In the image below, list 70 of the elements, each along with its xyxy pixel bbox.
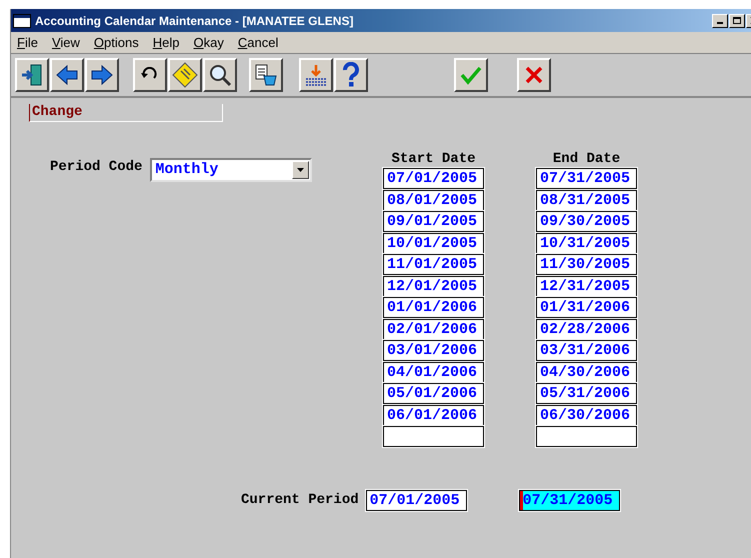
start-date-field[interactable] <box>383 426 484 447</box>
menu-item[interactable]: Help <box>152 32 180 52</box>
dropdown-arrow-button[interactable] <box>292 161 310 179</box>
menu-item[interactable]: File <box>17 32 38 52</box>
start-date-field[interactable]: 10/01/2005 <box>383 232 484 254</box>
copy-button[interactable] <box>249 58 283 92</box>
clear-button[interactable] <box>168 58 202 92</box>
document-copy-icon <box>254 63 278 87</box>
end-date-field[interactable]: 11/30/2005 <box>536 254 637 275</box>
end-date-field[interactable]: 04/30/2006 <box>536 362 637 382</box>
text-cursor <box>520 491 523 510</box>
menu-item[interactable]: Cancel <box>238 32 278 52</box>
start-date-field[interactable]: 11/01/2005 <box>383 254 484 275</box>
x-icon <box>524 65 544 85</box>
left-arrow-icon <box>55 64 79 86</box>
search-button[interactable] <box>203 58 237 92</box>
menu-item[interactable]: Options <box>94 32 139 52</box>
mode-field: Change <box>29 104 223 122</box>
current-period-start-field[interactable]: 07/01/2005 <box>366 490 467 511</box>
end-date-field[interactable] <box>536 426 637 447</box>
start-date-field[interactable]: 05/01/2006 <box>383 383 484 404</box>
column-header: Start Date <box>390 150 476 168</box>
dropdown-value: Monthly <box>154 160 218 180</box>
undo-button[interactable] <box>133 58 167 92</box>
start-date-field[interactable]: 03/01/2006 <box>383 340 484 361</box>
end-date-field[interactable]: 07/31/2005 <box>536 168 637 189</box>
minimize-button[interactable] <box>712 14 728 28</box>
start-date-field[interactable]: 09/01/2005 <box>383 211 484 232</box>
end-date-field[interactable]: 02/28/2006 <box>536 318 637 340</box>
maximize-button[interactable] <box>729 14 745 28</box>
checkmark-icon <box>460 65 482 85</box>
start-date-field[interactable]: 12/01/2005 <box>383 276 484 296</box>
ok-button[interactable] <box>454 58 488 92</box>
end-date-field[interactable]: 09/30/2005 <box>536 211 637 232</box>
diamond-icon <box>172 62 198 88</box>
exit-door-icon <box>20 63 44 87</box>
period-code-dropdown[interactable]: Monthly <box>150 158 312 182</box>
start-date-field[interactable]: 01/01/2006 <box>383 297 484 318</box>
import-icon <box>304 63 328 87</box>
next-button[interactable] <box>85 58 119 92</box>
exit-button[interactable] <box>15 58 49 92</box>
caret-icon <box>297 168 304 172</box>
start-date-field[interactable]: 04/01/2006 <box>383 362 484 382</box>
menu-item[interactable]: View <box>52 32 80 52</box>
menu-item[interactable]: Okay <box>194 32 224 52</box>
import-button[interactable] <box>299 58 333 92</box>
start-date-field[interactable]: 02/01/2006 <box>383 318 484 340</box>
window-title: Accounting Calendar Maintenance - [MANATEE GLENS] <box>35 12 354 30</box>
end-date-field[interactable]: 05/31/2006 <box>536 383 637 404</box>
end-date-field[interactable]: 08/31/2005 <box>536 190 637 210</box>
previous-button[interactable] <box>50 58 84 92</box>
start-date-field[interactable]: 08/01/2005 <box>383 190 484 210</box>
start-date-field[interactable]: 06/01/2006 <box>383 404 484 426</box>
window-icon <box>13 14 31 28</box>
right-arrow-icon <box>90 64 114 86</box>
maximize-icon <box>733 17 741 24</box>
period-code-label: Period Code <box>50 158 142 176</box>
end-date-field[interactable]: 12/31/2005 <box>536 276 637 296</box>
end-date-field[interactable]: 10/31/2005 <box>536 232 637 254</box>
end-date-field[interactable]: 06/30/2006 <box>536 404 637 426</box>
cancel-button[interactable] <box>517 58 551 92</box>
help-button[interactable] <box>334 58 368 92</box>
question-mark-icon <box>341 62 361 88</box>
start-date-field[interactable]: 07/01/2005 <box>383 168 484 189</box>
end-date-field[interactable]: 01/31/2006 <box>536 297 637 318</box>
current-period-label: Current Period <box>241 491 359 510</box>
current-period-end-field[interactable]: 07/31/2005 <box>518 490 620 511</box>
end-date-field[interactable]: 03/31/2006 <box>536 340 637 361</box>
column-header: End Date <box>552 150 622 168</box>
search-icon <box>208 63 232 87</box>
